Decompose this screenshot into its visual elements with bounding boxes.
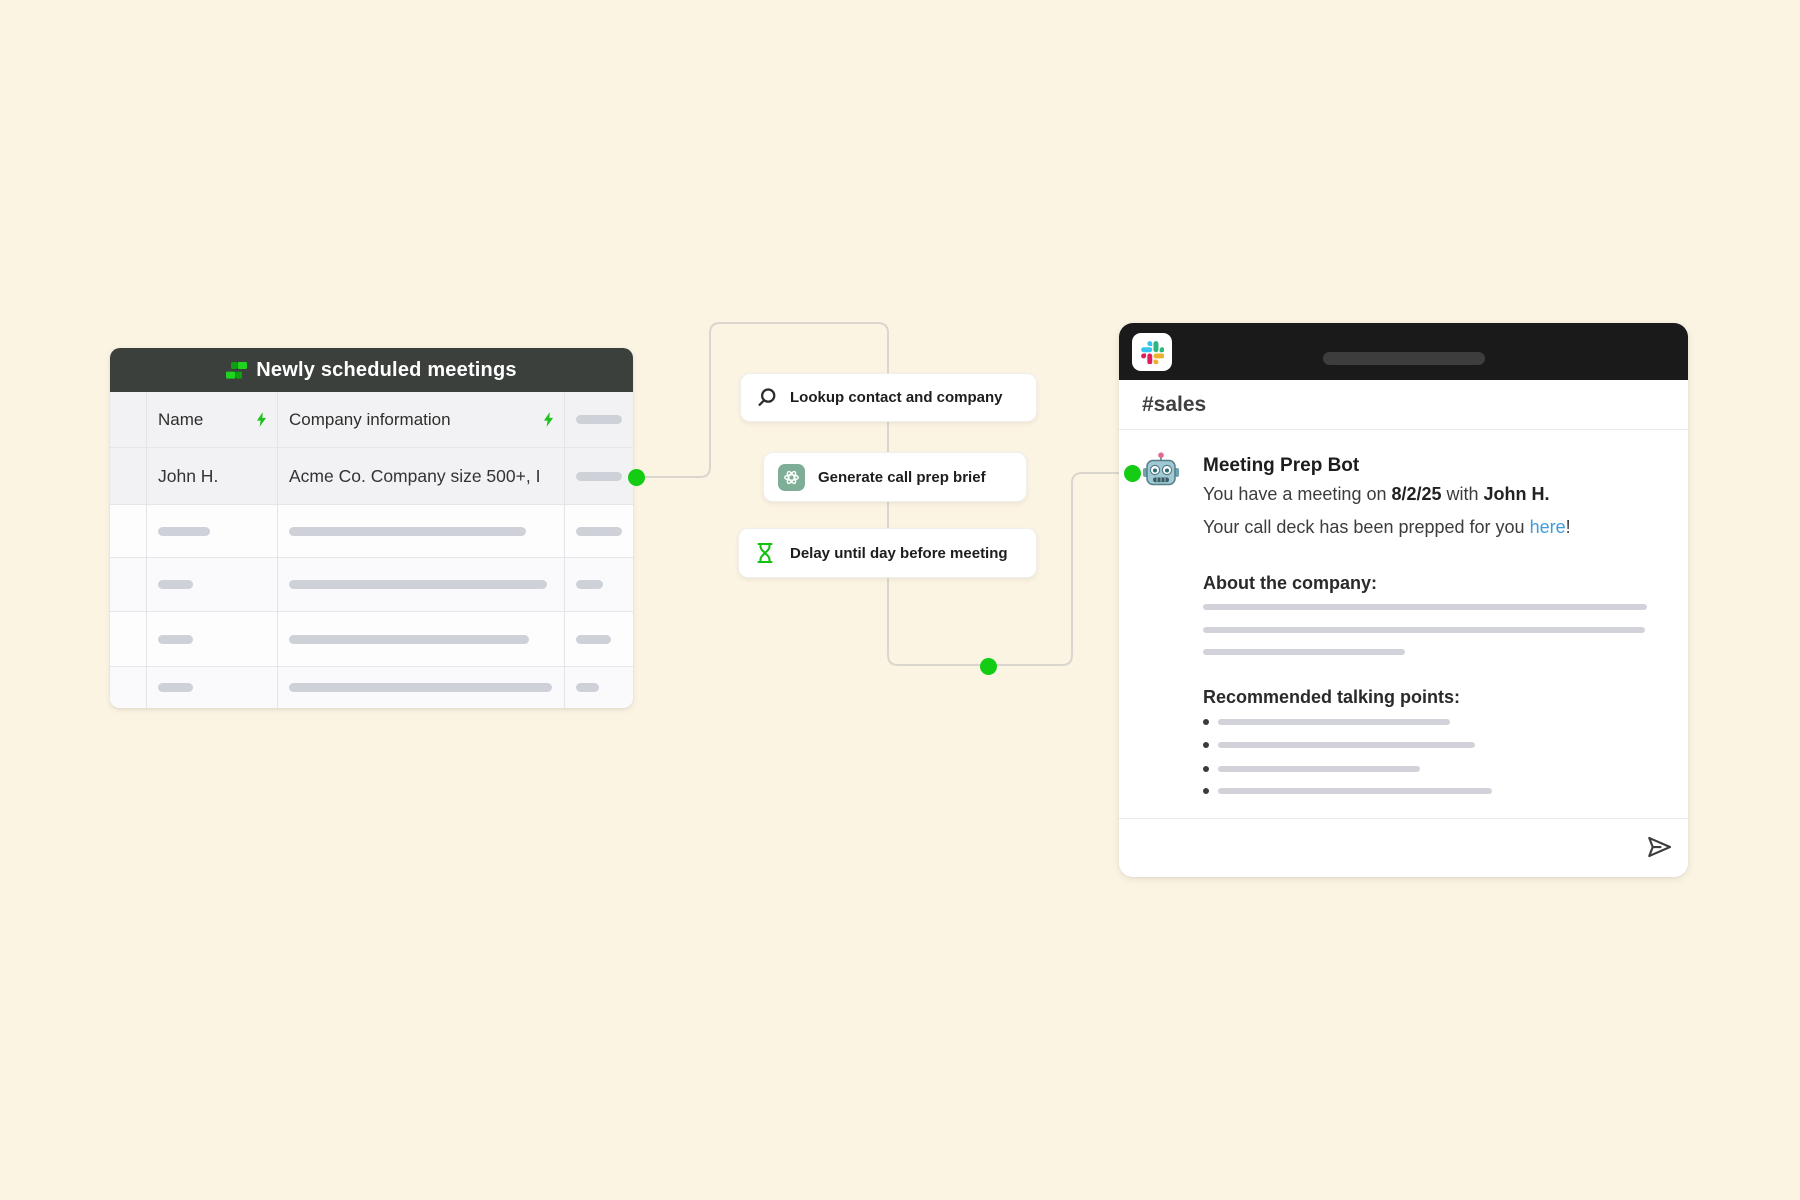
table-row[interactable] — [110, 505, 633, 558]
zap-icon — [543, 412, 554, 427]
placeholder-bar — [1218, 742, 1475, 748]
slack-window: #sales Meeting Prep Bot You have a meeti… — [1119, 323, 1688, 877]
placeholder-bar — [576, 415, 622, 424]
channel-header: #sales — [1119, 380, 1688, 430]
table-title-bar: Newly scheduled meetings — [110, 348, 633, 392]
step-label: Lookup contact and company — [790, 389, 1003, 406]
meeting-date: 8/2/25 — [1391, 484, 1442, 504]
message-text: with — [1441, 484, 1484, 504]
meetings-table: Newly scheduled meetings Name Company in… — [110, 348, 633, 708]
send-button[interactable] — [1644, 832, 1674, 862]
cell-company: Acme Co. Company size 500+, I — [289, 465, 541, 486]
window-title-placeholder — [1323, 352, 1485, 365]
row-handle-column-header — [110, 392, 147, 447]
placeholder-bar — [1203, 604, 1647, 610]
bullet-dot — [1203, 788, 1209, 794]
call-deck-link[interactable]: here — [1530, 517, 1566, 537]
send-icon — [1648, 836, 1672, 858]
message-line-2: Your call deck has been prepped for you … — [1203, 517, 1571, 538]
hourglass-icon — [757, 542, 773, 564]
row-handle — [110, 612, 147, 666]
slack-titlebar — [1119, 323, 1688, 380]
table-row[interactable] — [110, 558, 633, 612]
placeholder-bar — [576, 634, 611, 644]
step-generate-brief[interactable]: Generate call prep brief — [763, 452, 1027, 502]
placeholder-bar — [1218, 788, 1492, 794]
zap-icon — [256, 412, 267, 427]
tables-icon — [226, 361, 248, 379]
cell-name: John H. — [158, 465, 219, 486]
placeholder-bar — [1218, 719, 1450, 725]
flow-dot-slack-input — [1123, 464, 1141, 482]
search-icon — [758, 387, 776, 406]
placeholder-bar — [289, 683, 552, 692]
table-row[interactable] — [110, 667, 633, 708]
column-label: Company information — [289, 409, 451, 429]
column-header-extra — [565, 392, 633, 447]
row-handle — [110, 558, 147, 611]
bot-name: Meeting Prep Bot — [1203, 455, 1360, 476]
message-text: You have a meeting on — [1203, 484, 1392, 504]
step-label: Generate call prep brief — [818, 468, 986, 486]
step-lookup-contact[interactable]: Lookup contact and company — [740, 373, 1037, 422]
placeholder-bar — [158, 634, 193, 644]
column-label: Name — [158, 409, 204, 429]
row-handle — [110, 505, 147, 557]
column-header-company: Company information — [278, 392, 565, 447]
robot-avatar-icon — [1141, 450, 1181, 490]
slack-logo-icon — [1140, 340, 1164, 364]
about-heading: About the company: — [1203, 573, 1377, 593]
placeholder-bar — [576, 526, 622, 536]
placeholder-bar — [576, 580, 603, 589]
placeholder-bar — [289, 634, 529, 644]
flow-dot-delay-output — [979, 657, 997, 675]
table-title: Newly scheduled meetings — [256, 358, 517, 381]
placeholder-bar — [1203, 627, 1645, 633]
placeholder-bar — [1218, 766, 1420, 772]
channel-name: #sales — [1142, 392, 1207, 416]
openai-icon — [778, 463, 805, 491]
contact-name: John H. — [1483, 484, 1550, 504]
step-label: Delay until day before meeting — [790, 544, 1008, 562]
table-row[interactable]: John H. Acme Co. Company size 500+, I — [110, 448, 633, 505]
canvas: Newly scheduled meetings Name Company in… — [0, 0, 1800, 1200]
placeholder-bar — [289, 526, 526, 536]
message-text: Your call deck has been prepped for you — [1203, 517, 1530, 537]
placeholder-bar — [1203, 649, 1405, 655]
table-row[interactable] — [110, 612, 633, 667]
placeholder-bar — [158, 580, 193, 589]
step-delay[interactable]: Delay until day before meeting — [738, 528, 1037, 578]
column-header-name: Name — [147, 392, 278, 447]
slack-logo-tile — [1132, 333, 1172, 371]
bullet-dot — [1203, 766, 1209, 772]
placeholder-bar — [158, 526, 210, 536]
message-text: ! — [1565, 517, 1571, 537]
bullet-dot — [1203, 742, 1209, 748]
talking-points-heading: Recommended talking points: — [1203, 687, 1461, 707]
row-handle — [110, 448, 147, 504]
placeholder-bar — [289, 580, 547, 589]
placeholder-bar — [158, 683, 193, 692]
row-handle — [110, 667, 147, 708]
flow-dot-table-output — [627, 468, 645, 486]
bullet-dot — [1203, 719, 1209, 725]
placeholder-bar — [576, 683, 599, 692]
message-line-1: You have a meeting on 8/2/25 with John H… — [1203, 484, 1550, 505]
table-header-row: Name Company information — [110, 392, 633, 448]
placeholder-bar — [576, 471, 622, 481]
message-input[interactable] — [1119, 818, 1688, 877]
